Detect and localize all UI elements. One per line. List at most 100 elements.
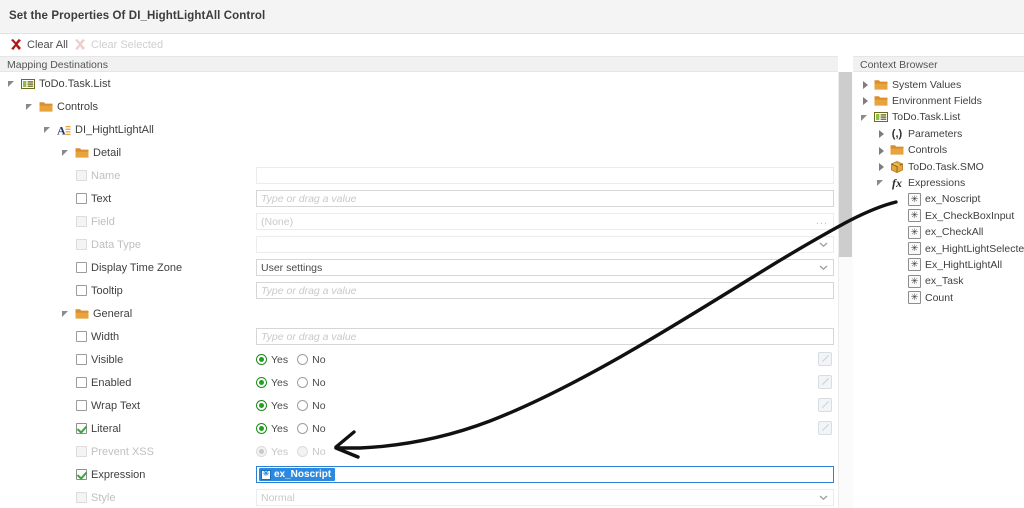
clear-selected-button[interactable]: Clear Selected xyxy=(70,36,166,54)
property-label-group[interactable]: Enabled xyxy=(76,371,131,394)
twisty-open-icon[interactable] xyxy=(62,148,71,157)
property-label-group[interactable]: Wrap Text xyxy=(76,394,140,417)
context-tree-row[interactable]: fx Expressions xyxy=(853,174,1024,191)
property-label-group[interactable]: Data Type xyxy=(76,233,141,256)
property-row: Text Type or drag a value xyxy=(0,187,838,210)
radio-no-icon[interactable] xyxy=(297,377,309,388)
radio-option-yes[interactable]: Yes xyxy=(256,377,288,389)
edit-pencil-button[interactable] xyxy=(818,398,832,412)
radio-option-no[interactable]: No xyxy=(297,377,326,389)
tree.nodes-node[interactable]: A DI_HightLightAll xyxy=(44,118,154,141)
width-value-field[interactable]: Type or drag a value xyxy=(256,328,834,345)
expression-token[interactable]: ex_Noscript xyxy=(259,468,336,481)
radio-yes-icon[interactable] xyxy=(256,446,267,457)
twisty-open-icon[interactable] xyxy=(44,125,53,134)
property-checkbox[interactable] xyxy=(76,423,87,434)
property-checkbox[interactable] xyxy=(76,331,87,342)
name-value-field[interactable] xyxy=(256,167,834,184)
radio-yes-icon[interactable] xyxy=(256,423,267,434)
radio-option-no[interactable]: No xyxy=(297,446,326,458)
radio-option-yes[interactable]: Yes xyxy=(256,446,288,458)
context-tree-row[interactable]: Ex_CheckBoxInput xyxy=(853,207,1024,224)
property-checkbox[interactable] xyxy=(76,193,87,204)
chevron-down-icon[interactable] xyxy=(819,240,828,249)
twisty-open-icon[interactable] xyxy=(26,102,35,111)
context-tree-row[interactable]: Count xyxy=(853,289,1024,306)
twisty-closed-icon[interactable] xyxy=(877,129,886,139)
tree.nodes-node[interactable]: Detail xyxy=(62,141,121,164)
property-label-group[interactable]: Text xyxy=(76,187,111,210)
twisty-closed-icon[interactable] xyxy=(861,96,870,106)
more-options-icon[interactable]: ... xyxy=(816,215,828,227)
twisty-closed-icon[interactable] xyxy=(877,146,886,155)
property-label-group[interactable]: Tooltip xyxy=(76,279,123,302)
twisty-open-icon[interactable] xyxy=(8,79,17,88)
property-checkbox[interactable] xyxy=(76,469,87,480)
radio-option-no[interactable]: No xyxy=(297,400,326,412)
edit-pencil-button[interactable] xyxy=(818,352,832,366)
context-tree-row[interactable]: System Values xyxy=(853,76,1024,93)
property-label-group[interactable]: Field xyxy=(76,210,115,233)
context-tree-row[interactable]: ex_HightLightSelected xyxy=(853,240,1024,257)
radio-no-icon[interactable] xyxy=(297,400,309,411)
property-label-group[interactable]: Width xyxy=(76,325,119,348)
data-type-value-field[interactable] xyxy=(256,236,834,253)
property-label-group[interactable]: Display Time Zone xyxy=(76,256,182,279)
expression-value-field[interactable]: ex_Noscript xyxy=(256,466,834,483)
property-label-group[interactable]: Expression xyxy=(76,463,145,486)
property-checkbox[interactable] xyxy=(76,377,87,388)
style-value-field[interactable]: Normal xyxy=(256,489,834,506)
tree.nodes-node[interactable]: ToDo.Task.List xyxy=(8,72,111,95)
context-tree-row[interactable]: Ex_HightLightAll xyxy=(853,256,1024,273)
text-value-field[interactable]: Type or drag a value xyxy=(256,190,834,207)
tooltip-value-field[interactable]: Type or drag a value xyxy=(256,282,834,299)
chevron-down-icon[interactable] xyxy=(819,263,828,272)
twisty-closed-icon[interactable] xyxy=(861,80,870,89)
radio-option-no[interactable]: No xyxy=(297,423,326,435)
twisty-open-icon[interactable] xyxy=(62,309,71,318)
radio-no-icon[interactable] xyxy=(297,354,309,365)
radio-option-yes[interactable]: Yes xyxy=(256,423,288,435)
context-tree-row[interactable]: Environment Fields xyxy=(853,92,1024,109)
property-checkbox[interactable] xyxy=(76,285,87,296)
twisty-closed-icon[interactable] xyxy=(877,162,886,171)
radio-no-icon[interactable] xyxy=(297,446,309,457)
edit-pencil-button[interactable] xyxy=(818,421,832,435)
radio-no-icon[interactable] xyxy=(297,423,309,434)
property-label-group[interactable]: Prevent XSS xyxy=(76,440,154,463)
radio-yes-icon[interactable] xyxy=(256,400,267,411)
twisty-open-icon[interactable] xyxy=(877,178,886,187)
context-tree-row[interactable]: Controls xyxy=(853,142,1024,159)
folder-icon xyxy=(890,143,904,157)
radio-option-yes[interactable]: Yes xyxy=(256,400,288,412)
tree.nodes-node[interactable]: Controls xyxy=(26,95,98,118)
context-tree-row[interactable]: ToDo.Task.SMO xyxy=(853,158,1024,175)
property-label-group[interactable]: Literal xyxy=(76,417,121,440)
twisty-open-icon[interactable] xyxy=(861,113,870,122)
property-label-group[interactable]: Name xyxy=(76,164,120,187)
vertical-scrollbar-thumb[interactable] xyxy=(839,72,852,257)
chevron-down-icon[interactable] xyxy=(819,493,828,502)
property-label-group[interactable]: Style xyxy=(76,486,115,508)
radio-option-no[interactable]: No xyxy=(297,354,326,366)
property-name-label: Data Type xyxy=(91,238,141,251)
context-tree-row[interactable]: ToDo.Task.List xyxy=(853,109,1024,126)
radio-yes-icon[interactable] xyxy=(256,377,267,388)
context-tree-row[interactable]: ex_CheckAll xyxy=(853,224,1024,241)
field-value-field[interactable]: (None)... xyxy=(256,213,834,230)
clear-all-button[interactable]: Clear All xyxy=(6,36,71,54)
property-checkbox[interactable] xyxy=(76,354,87,365)
radio-option-yes[interactable]: Yes xyxy=(256,354,288,366)
property-label-group[interactable]: Visible xyxy=(76,348,123,371)
parameters-icon: (,) xyxy=(891,127,903,140)
property-checkbox[interactable] xyxy=(76,400,87,411)
context-tree-row[interactable]: ex_Task xyxy=(853,273,1024,290)
folder-icon xyxy=(75,146,89,160)
display-time-zone-value-field[interactable]: User settings xyxy=(256,259,834,276)
property-checkbox[interactable] xyxy=(76,262,87,273)
radio-yes-icon[interactable] xyxy=(256,354,267,365)
context-tree-row[interactable]: (,) Parameters xyxy=(853,125,1024,142)
tree-general-node[interactable]: General xyxy=(62,302,132,325)
context-tree-row[interactable]: ex_Noscript xyxy=(853,191,1024,208)
edit-pencil-button[interactable] xyxy=(818,375,832,389)
